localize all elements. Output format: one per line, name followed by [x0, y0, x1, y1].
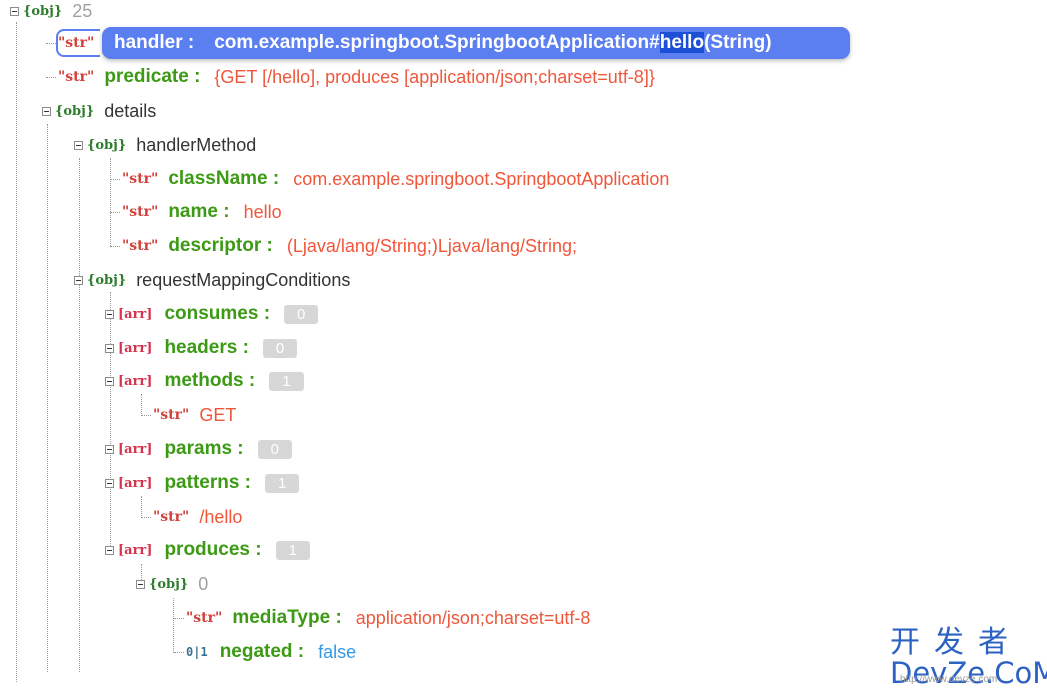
tree-node-negated[interactable]: 0|1 negated : false [174, 638, 356, 666]
node-key: className : [168, 168, 280, 189]
type-tag-object: {obj} [55, 103, 95, 119]
type-tag-string: "str" [153, 407, 190, 423]
node-label: handlerMethod [136, 134, 257, 155]
node-key: headers : [164, 337, 249, 358]
tree-node-root[interactable]: {obj} 25 [10, 0, 92, 25]
node-value: {GET [/hello], produces [application/jso… [214, 66, 655, 87]
tree-node-name[interactable]: "str" name : hello [110, 198, 282, 226]
type-tag-string: "str" [122, 171, 159, 187]
node-label: details [104, 100, 157, 121]
tree-guide-line [79, 158, 80, 672]
collapse-icon[interactable] [10, 6, 19, 16]
type-tag-array: [arr] [118, 475, 153, 491]
tree-node-patterns[interactable]: [arr] patterns : 1 [105, 469, 300, 497]
type-tag-string: "str" [186, 610, 223, 626]
node-label: requestMappingConditions [136, 269, 351, 290]
tree-node-requestMappingConditions[interactable]: {obj} requestMappingConditions [74, 266, 350, 294]
node-key: negated : [219, 641, 305, 662]
site-watermark: 开发者 DevZe.CoM http://www.devze.com [890, 625, 1047, 689]
node-child-count: 25 [72, 0, 93, 21]
collapse-icon[interactable] [42, 106, 51, 116]
node-key: methods : [164, 370, 256, 391]
node-value: com.example.springboot.SpringbootApplica… [293, 168, 670, 189]
type-tag-string: "str" [58, 35, 95, 51]
collapse-icon[interactable] [74, 275, 83, 285]
tree-node-produces[interactable]: [arr] produces : 1 [105, 536, 310, 564]
tree-node-headers[interactable]: [arr] headers : 0 [105, 334, 298, 362]
json-tree-view: {obj} 25 "str" handler : com.example.spr… [0, 0, 1047, 697]
tree-node-patterns-item[interactable]: "str" /hello [141, 503, 242, 531]
array-count-badge: 1 [265, 473, 300, 493]
collapse-icon[interactable] [105, 545, 114, 555]
node-key: handler : [114, 32, 195, 53]
watermark-url: http://www.devze.com [900, 674, 998, 685]
tree-guide-line [16, 22, 17, 682]
collapse-icon[interactable] [105, 343, 114, 353]
array-count-badge: 0 [262, 338, 298, 358]
type-tag-object: {obj} [87, 137, 127, 153]
type-tag-string: "str" [122, 204, 159, 220]
text-selection: hello [659, 32, 705, 53]
tree-node-predicate[interactable]: "str" predicate : {GET [/hello], produce… [46, 63, 655, 91]
type-tag-array: [arr] [118, 441, 153, 457]
type-tag-string: "str" [153, 509, 190, 525]
array-count-badge: 1 [275, 540, 310, 560]
node-value[interactable]: com.example.springboot.SpringbootApplica… [214, 32, 772, 54]
node-value: false [318, 641, 357, 662]
node-key: patterns : [164, 472, 252, 493]
array-count-badge: 0 [257, 439, 292, 459]
tree-node-mediaType[interactable]: "str" mediaType : application/json;chars… [174, 604, 590, 632]
tree-node-details[interactable]: {obj} details [42, 97, 156, 125]
tree-node-handler-selected[interactable]: handler : com.example.springboot.Springb… [102, 27, 850, 59]
node-value: (Ljava/lang/String;)Ljava/lang/String; [286, 235, 578, 256]
node-key: descriptor : [168, 235, 273, 256]
node-key: predicate : [104, 66, 201, 87]
type-tag-boolean: 0|1 [186, 645, 208, 659]
collapse-icon[interactable] [105, 376, 114, 386]
collapse-icon[interactable] [105, 444, 114, 454]
node-index: 0 [198, 573, 209, 594]
node-key: mediaType : [232, 607, 342, 628]
type-tag-object: {obj} [149, 576, 189, 592]
collapse-icon[interactable] [74, 140, 83, 150]
node-value: GET [199, 404, 237, 425]
type-tag-object: {obj} [23, 3, 63, 19]
collapse-icon[interactable] [105, 478, 114, 488]
type-tag-array: [arr] [118, 306, 153, 322]
type-tag-object: {obj} [87, 272, 127, 288]
tree-node-params[interactable]: [arr] params : 0 [105, 435, 292, 463]
tree-guide-line [47, 124, 48, 672]
array-count-badge: 1 [269, 371, 304, 391]
watermark-chinese: 开发者 [890, 625, 1022, 660]
type-tag-array: [arr] [118, 373, 153, 389]
tree-node-methods-item[interactable]: "str" GET [141, 401, 236, 429]
node-key: consumes : [164, 303, 271, 324]
node-key: produces : [164, 539, 262, 560]
type-tag-array: [arr] [118, 542, 153, 558]
tree-node-produces-obj[interactable]: {obj} 0 [136, 570, 208, 598]
type-tag-string: "str" [122, 238, 159, 254]
node-value: /hello [199, 506, 243, 527]
tree-node-methods[interactable]: [arr] methods : 1 [105, 367, 304, 395]
type-tag-string: "str" [58, 69, 95, 85]
tree-node-consumes[interactable]: [arr] consumes : 0 [105, 300, 319, 328]
node-value: hello [243, 201, 282, 222]
collapse-icon[interactable] [105, 309, 114, 319]
tree-node-handlerMethod[interactable]: {obj} handlerMethod [74, 131, 256, 159]
type-tag-array: [arr] [118, 340, 153, 356]
tree-guide-line [110, 292, 111, 552]
node-key: name : [168, 201, 230, 222]
array-count-badge: 0 [284, 304, 319, 324]
collapse-icon[interactable] [136, 579, 145, 589]
tree-node-className[interactable]: "str" className : com.example.springboot… [110, 165, 669, 193]
node-value: application/json;charset=utf-8 [355, 607, 591, 628]
tree-node-handler-tag: "str" [46, 29, 104, 57]
node-key: params : [164, 438, 244, 459]
tree-node-descriptor[interactable]: "str" descriptor : (Ljava/lang/String;)L… [110, 232, 577, 260]
